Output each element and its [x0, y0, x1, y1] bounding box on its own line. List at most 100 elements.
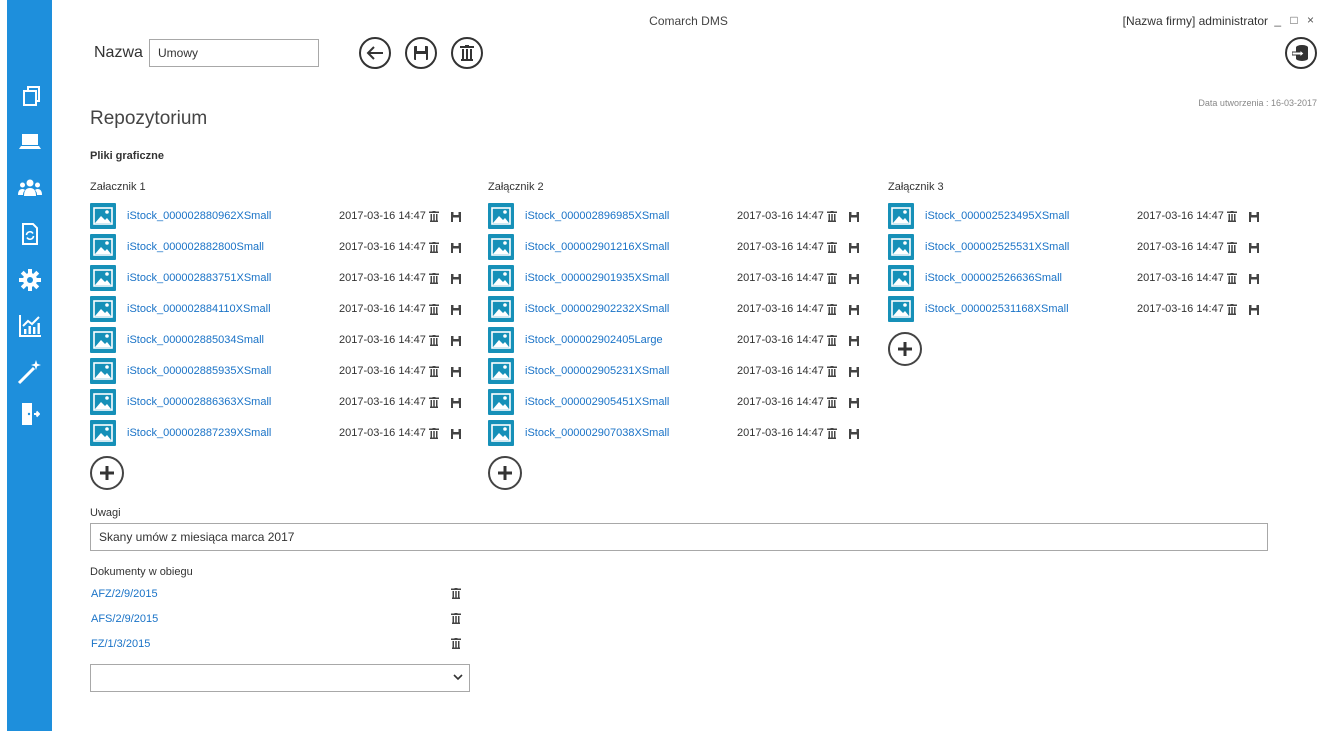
file-download-button[interactable]	[1249, 209, 1259, 227]
file-link[interactable]: iStock_000002905231XSmall	[525, 365, 669, 377]
file-delete-button[interactable]	[429, 395, 439, 413]
document-link[interactable]: FZ/1/3/2015	[91, 638, 150, 650]
file-delete-button[interactable]	[429, 302, 439, 320]
file-delete-button[interactable]	[429, 240, 439, 258]
document-link[interactable]: AFS/2/9/2015	[91, 613, 158, 625]
file-delete-button[interactable]	[1227, 302, 1237, 320]
file-download-button[interactable]	[849, 333, 859, 351]
file-thumbnail[interactable]	[90, 234, 116, 260]
external-link-button[interactable]	[1285, 37, 1317, 69]
delete-button[interactable]	[451, 37, 483, 69]
file-thumbnail[interactable]	[488, 265, 514, 291]
file-link[interactable]: iStock_000002523495XSmall	[925, 210, 1069, 222]
file-thumbnail[interactable]	[90, 358, 116, 384]
sidebar-item-documents[interactable]	[7, 80, 52, 112]
file-link[interactable]: iStock_000002896985XSmall	[525, 210, 669, 222]
document-link[interactable]: AFZ/2/9/2015	[91, 588, 158, 600]
file-delete-button[interactable]	[827, 395, 837, 413]
save-button[interactable]	[405, 37, 437, 69]
file-download-button[interactable]	[451, 209, 461, 227]
file-thumbnail[interactable]	[888, 265, 914, 291]
file-download-button[interactable]	[1249, 240, 1259, 258]
file-thumbnail[interactable]	[888, 296, 914, 322]
file-link[interactable]: iStock_000002901216XSmall	[525, 241, 669, 253]
back-button[interactable]	[359, 37, 391, 69]
sidebar-item-settings[interactable]	[7, 264, 52, 296]
file-thumbnail[interactable]	[888, 203, 914, 229]
file-download-button[interactable]	[849, 209, 859, 227]
file-link[interactable]: iStock_000002531168XSmall	[925, 303, 1069, 315]
file-download-button[interactable]	[849, 271, 859, 289]
sidebar-item-logout[interactable]	[7, 398, 52, 430]
file-thumbnail[interactable]	[90, 327, 116, 353]
file-link[interactable]: iStock_000002885034Small	[127, 334, 264, 346]
document-delete-button[interactable]	[451, 586, 461, 604]
file-thumbnail[interactable]	[488, 203, 514, 229]
file-thumbnail[interactable]	[90, 265, 116, 291]
file-link[interactable]: iStock_000002887239XSmall	[127, 427, 271, 439]
window-controls[interactable]: _ □ ×	[1274, 13, 1317, 27]
file-thumbnail[interactable]	[488, 358, 514, 384]
file-delete-button[interactable]	[429, 426, 439, 444]
sidebar-item-reports[interactable]	[7, 310, 52, 342]
file-thumbnail[interactable]	[90, 420, 116, 446]
file-download-button[interactable]	[451, 271, 461, 289]
file-link[interactable]: iStock_000002901935XSmall	[525, 272, 669, 284]
file-delete-button[interactable]	[429, 271, 439, 289]
file-delete-button[interactable]	[827, 426, 837, 444]
file-download-button[interactable]	[849, 240, 859, 258]
notes-input[interactable]	[90, 523, 1268, 551]
file-thumbnail[interactable]	[488, 327, 514, 353]
sidebar-item-users[interactable]	[7, 172, 52, 204]
file-download-button[interactable]	[849, 395, 859, 413]
file-thumbnail[interactable]	[488, 234, 514, 260]
file-delete-button[interactable]	[1227, 209, 1237, 227]
file-thumbnail[interactable]	[488, 420, 514, 446]
file-delete-button[interactable]	[1227, 240, 1237, 258]
file-delete-button[interactable]	[827, 240, 837, 258]
file-link[interactable]: iStock_000002880962XSmall	[127, 210, 271, 222]
file-thumbnail[interactable]	[90, 296, 116, 322]
file-link[interactable]: iStock_000002884110XSmall	[127, 303, 271, 315]
file-download-button[interactable]	[451, 426, 461, 444]
file-thumbnail[interactable]	[888, 234, 914, 260]
file-thumbnail[interactable]	[488, 296, 514, 322]
file-delete-button[interactable]	[827, 364, 837, 382]
file-delete-button[interactable]	[827, 333, 837, 351]
file-delete-button[interactable]	[827, 271, 837, 289]
file-link[interactable]: iStock_000002907038XSmall	[525, 427, 669, 439]
document-delete-button[interactable]	[451, 611, 461, 629]
file-download-button[interactable]	[849, 302, 859, 320]
file-download-button[interactable]	[451, 364, 461, 382]
file-link[interactable]: iStock_000002886363XSmall	[127, 396, 271, 408]
file-link[interactable]: iStock_000002905451XSmall	[525, 396, 669, 408]
file-download-button[interactable]	[451, 333, 461, 351]
add-file-button[interactable]	[888, 332, 922, 366]
file-link[interactable]: iStock_000002902232XSmall	[525, 303, 669, 315]
sidebar-item-document-sync[interactable]	[7, 218, 52, 250]
file-thumbnail[interactable]	[488, 389, 514, 415]
file-download-button[interactable]	[849, 426, 859, 444]
file-download-button[interactable]	[849, 364, 859, 382]
name-input[interactable]	[149, 39, 319, 67]
file-delete-button[interactable]	[429, 209, 439, 227]
file-link[interactable]: iStock_000002526636Small	[925, 272, 1062, 284]
add-file-button[interactable]	[90, 456, 124, 490]
documents-select[interactable]	[90, 664, 470, 692]
file-link[interactable]: iStock_000002883751XSmall	[127, 272, 271, 284]
sidebar-item-wizard[interactable]	[7, 356, 52, 388]
file-link[interactable]: iStock_000002882800Small	[127, 241, 264, 253]
sidebar-item-workstation[interactable]	[7, 126, 52, 158]
file-download-button[interactable]	[451, 395, 461, 413]
file-link[interactable]: iStock_000002902405Large	[525, 334, 663, 346]
file-delete-button[interactable]	[1227, 271, 1237, 289]
file-thumbnail[interactable]	[90, 203, 116, 229]
file-delete-button[interactable]	[429, 364, 439, 382]
file-delete-button[interactable]	[827, 302, 837, 320]
file-link[interactable]: iStock_000002525531XSmall	[925, 241, 1069, 253]
file-delete-button[interactable]	[827, 209, 837, 227]
document-delete-button[interactable]	[451, 636, 461, 654]
file-delete-button[interactable]	[429, 333, 439, 351]
file-thumbnail[interactable]	[90, 389, 116, 415]
file-download-button[interactable]	[451, 240, 461, 258]
